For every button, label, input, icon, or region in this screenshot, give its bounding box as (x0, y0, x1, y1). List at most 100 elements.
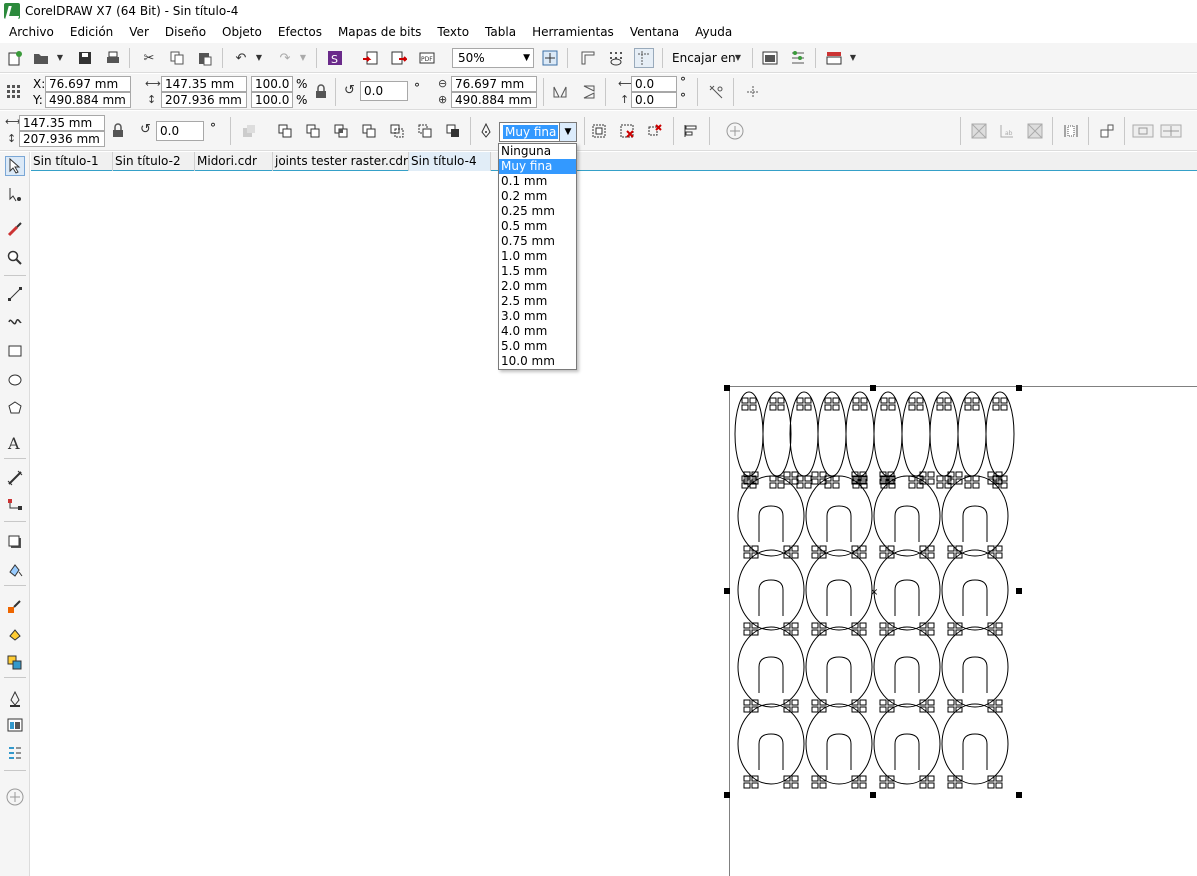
outline-option-1-0mm[interactable]: 1.0 mm (499, 249, 576, 264)
order-icon[interactable] (1097, 121, 1117, 141)
outline-option-0-2mm[interactable]: 0.2 mm (499, 189, 576, 204)
break-apart-icon[interactable] (1131, 121, 1155, 141)
drawing-canvas[interactable]: × (31, 172, 1197, 876)
object-width-field[interactable]: 147.35 mm (19, 115, 105, 131)
menu-ayuda[interactable]: Ayuda (687, 22, 740, 42)
y-position-field[interactable]: 490.884 mm (45, 92, 131, 108)
rulers-icon[interactable] (578, 48, 598, 68)
cut-icon[interactable]: ✂ (139, 48, 159, 68)
mirror-horizontal-icon[interactable] (550, 82, 570, 102)
scale-y-field[interactable]: 100.0 (251, 92, 293, 108)
pattern-fill-icon[interactable] (969, 121, 989, 141)
paste-icon[interactable] (195, 48, 215, 68)
lock-ratio-icon[interactable] (311, 82, 331, 102)
menu-efectos[interactable]: Efectos (270, 22, 330, 42)
skew-vertical-field[interactable]: 0.0 (631, 92, 677, 108)
reference-point-icon[interactable] (4, 82, 24, 102)
chevron-down-icon[interactable]: ▼ (734, 51, 742, 65)
new-icon[interactable] (5, 48, 25, 68)
artistic-media-icon[interactable] (5, 219, 25, 239)
export-icon[interactable] (389, 48, 409, 68)
tab-joints-tester-raster[interactable]: joints tester raster.cdr (273, 152, 409, 171)
menu-mapas-de-bits[interactable]: Mapas de bits (330, 22, 429, 42)
freehand-tool-icon[interactable] (5, 284, 25, 304)
outline-option-0-5mm[interactable]: 0.5 mm (499, 219, 576, 234)
text-tool-icon[interactable]: A (5, 433, 25, 453)
guidelines-icon[interactable] (634, 48, 654, 68)
outline-option-0-25mm[interactable]: 0.25 mm (499, 204, 576, 219)
menu-diseno[interactable]: Diseño (157, 22, 214, 42)
smart-fill-icon[interactable] (5, 652, 25, 672)
chevron-down-icon[interactable]: ▼ (255, 51, 263, 65)
center-y-field[interactable]: 490.884 mm (451, 92, 537, 108)
scale-x-field[interactable]: 100.0 (251, 76, 293, 92)
add-guide-icon[interactable] (743, 82, 763, 102)
height-field[interactable]: 207.936 mm (161, 92, 247, 108)
trim-icon[interactable] (303, 121, 323, 141)
outline-option-muy-fina[interactable]: Muy fina (499, 159, 576, 174)
menu-objeto[interactable]: Objeto (214, 22, 270, 42)
outline-option-ninguna[interactable]: Ninguna (499, 144, 576, 159)
open-icon[interactable] (31, 48, 51, 68)
selected-pattern-drawing[interactable]: × (31, 172, 1197, 876)
connector-tool-icon[interactable] (5, 496, 25, 516)
zoom-tool-icon[interactable] (5, 248, 25, 268)
intersect-icon[interactable] (331, 121, 351, 141)
transparency-icon[interactable] (5, 560, 25, 580)
pick-tool-icon[interactable] (5, 156, 25, 176)
outline-option-2-5mm[interactable]: 2.5 mm (499, 294, 576, 309)
ungroup-icon[interactable] (617, 121, 637, 141)
convert-to-curves-icon[interactable] (706, 82, 726, 102)
undo-icon[interactable]: ↶ (231, 48, 251, 68)
zoom-fit-icon[interactable] (540, 48, 560, 68)
align-distribute-icon[interactable] (681, 121, 701, 141)
drop-shadow-icon[interactable] (5, 532, 25, 552)
dimension-tool-icon[interactable] (5, 468, 25, 488)
eyedropper-icon[interactable] (5, 596, 25, 616)
chevron-down-icon[interactable]: ▼ (849, 51, 857, 65)
launch-icon[interactable] (760, 48, 780, 68)
copy-icon[interactable] (167, 48, 187, 68)
chevron-down-icon[interactable]: ▼ (299, 51, 307, 65)
group-icon[interactable] (589, 121, 609, 141)
menu-herramientas[interactable]: Herramientas (524, 22, 622, 42)
redo-icon[interactable]: ↷ (275, 48, 295, 68)
rotation-field[interactable]: 0.0 (360, 81, 408, 101)
outline-option-0-1mm[interactable]: 0.1 mm (499, 174, 576, 189)
object-height-field[interactable]: 207.936 mm (19, 131, 105, 147)
menu-texto[interactable]: Texto (429, 22, 477, 42)
interactive-fill-icon[interactable] (5, 624, 25, 644)
options-icon[interactable] (788, 48, 808, 68)
simplify-icon[interactable] (359, 121, 379, 141)
menu-tabla[interactable]: Tabla (477, 22, 524, 42)
tab-sin-titulo-2[interactable]: Sin título-2 (113, 152, 195, 171)
x-position-field[interactable]: 76.697 mm (45, 76, 131, 92)
chevron-down-icon[interactable]: ▼ (56, 51, 64, 65)
lock-ratio-icon[interactable] (108, 121, 128, 141)
polygon-tool-icon[interactable] (5, 398, 25, 418)
corel-connect-icon[interactable]: S (325, 48, 345, 68)
outline-option-1-5mm[interactable]: 1.5 mm (499, 264, 576, 279)
ellipse-tool-icon[interactable] (5, 370, 25, 390)
fit-in-dropdown[interactable]: Encajar en (672, 49, 736, 67)
object-properties-icon[interactable] (5, 743, 25, 763)
menu-ver[interactable]: Ver (121, 22, 157, 42)
import-icon[interactable] (360, 48, 380, 68)
rectangle-tool-icon[interactable] (5, 341, 25, 361)
outline-pen-icon[interactable] (5, 689, 25, 709)
chevron-down-icon[interactable]: ▼ (559, 123, 576, 141)
tab-sin-titulo-1[interactable]: Sin título-1 (31, 152, 113, 171)
outline-option-5-0mm[interactable]: 5.0 mm (499, 339, 576, 354)
center-x-field[interactable]: 76.697 mm (451, 76, 537, 92)
outline-option-2-0mm[interactable]: 2.0 mm (499, 279, 576, 294)
skew-horizontal-field[interactable]: 0.0 (631, 76, 677, 92)
back-minus-front-icon[interactable] (415, 121, 435, 141)
tab-midori[interactable]: Midori.cdr (195, 152, 273, 171)
object-rotation-field[interactable]: 0.0 (156, 121, 204, 141)
application-launcher-icon[interactable] (824, 48, 844, 68)
weld-icon[interactable] (275, 121, 295, 141)
tab-sin-titulo-4[interactable]: Sin título-4 (409, 152, 491, 171)
menu-edicion[interactable]: Edición (62, 22, 121, 42)
boundary-icon[interactable] (443, 121, 463, 141)
ungroup-all-icon[interactable] (645, 121, 665, 141)
